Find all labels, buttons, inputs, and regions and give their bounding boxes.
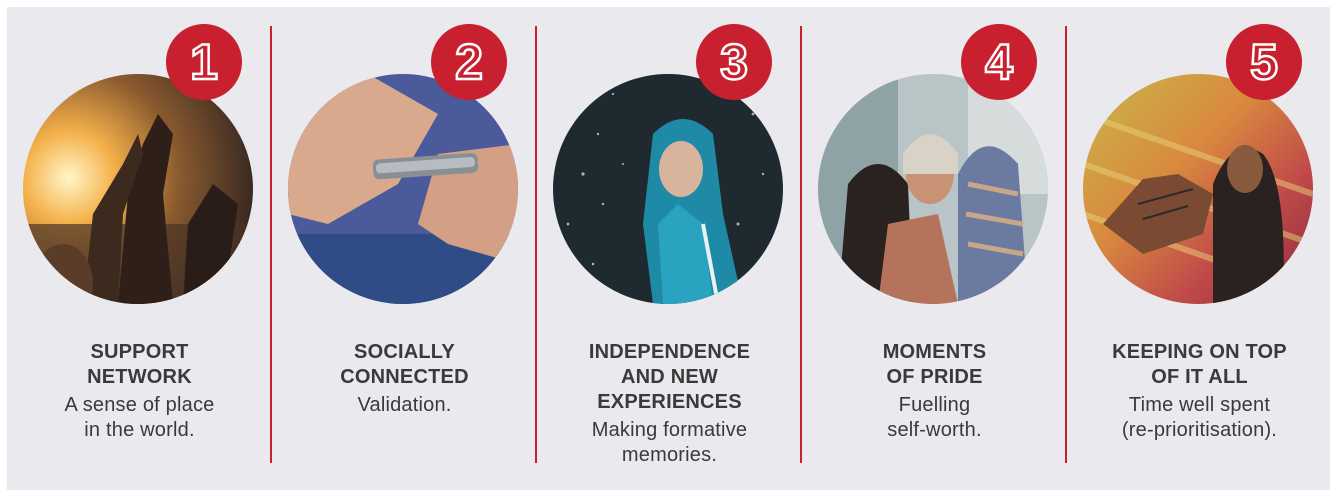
pillar-4: 4 MOMENTS OF PRIDE Fuelling self-worth.	[802, 7, 1067, 490]
hand-message-illustration	[1083, 74, 1313, 304]
pillar-heading: MOMENTS OF PRIDE Fuelling self-worth.	[802, 340, 1067, 443]
pillar-heading: SOCIALLY CONNECTED Validation.	[272, 340, 537, 418]
photo-woman-in-rain	[553, 74, 783, 304]
pillar-heading: SUPPORT NETWORK A sense of place in the …	[7, 340, 272, 443]
smartphone-illustration	[288, 74, 518, 304]
pillar-1: 1 SUPPORT NETWORK A sense of place in th…	[7, 7, 272, 490]
pillar-heading: INDEPENDENCE AND NEW EXPERIENCES Making …	[537, 340, 802, 468]
pillar-description: Fuelling self-worth.	[887, 394, 982, 441]
photo-friends-high-five	[23, 74, 253, 304]
rain-illustration	[553, 74, 783, 304]
pillar-description: Making formative memories.	[591, 419, 748, 466]
pillar-description: Time well spent (re-prioritisation).	[1121, 394, 1278, 441]
pillar-2: 2 SOCIALLY CONNECTED Validation.	[272, 7, 537, 490]
number-badge: 1	[166, 24, 242, 100]
number-badge: 4	[961, 24, 1037, 100]
pillars-panel: 1 SUPPORT NETWORK A sense of place in th…	[7, 7, 1330, 490]
number-badge: 3	[696, 24, 772, 100]
number-badge: 2	[431, 24, 507, 100]
pillar-heading: KEEPING ON TOP OF IT ALL Time well spent…	[1067, 340, 1332, 443]
number-badge: 5	[1226, 24, 1302, 100]
pillar-5: 5 KEEPING ON TOP OF IT ALL Time well spe…	[1067, 7, 1332, 490]
photo-hand-message	[1083, 74, 1313, 304]
pillar-description: Validation.	[357, 394, 452, 416]
photo-smartphone	[288, 74, 518, 304]
pillar-description: A sense of place in the world.	[64, 394, 215, 441]
high-five-illustration	[23, 74, 253, 304]
hug-illustration	[818, 74, 1048, 304]
photo-friends-hugging	[818, 74, 1048, 304]
pillar-3: 3 INDEPENDENCE AND NEW EXPERIENCES Makin…	[537, 7, 802, 490]
